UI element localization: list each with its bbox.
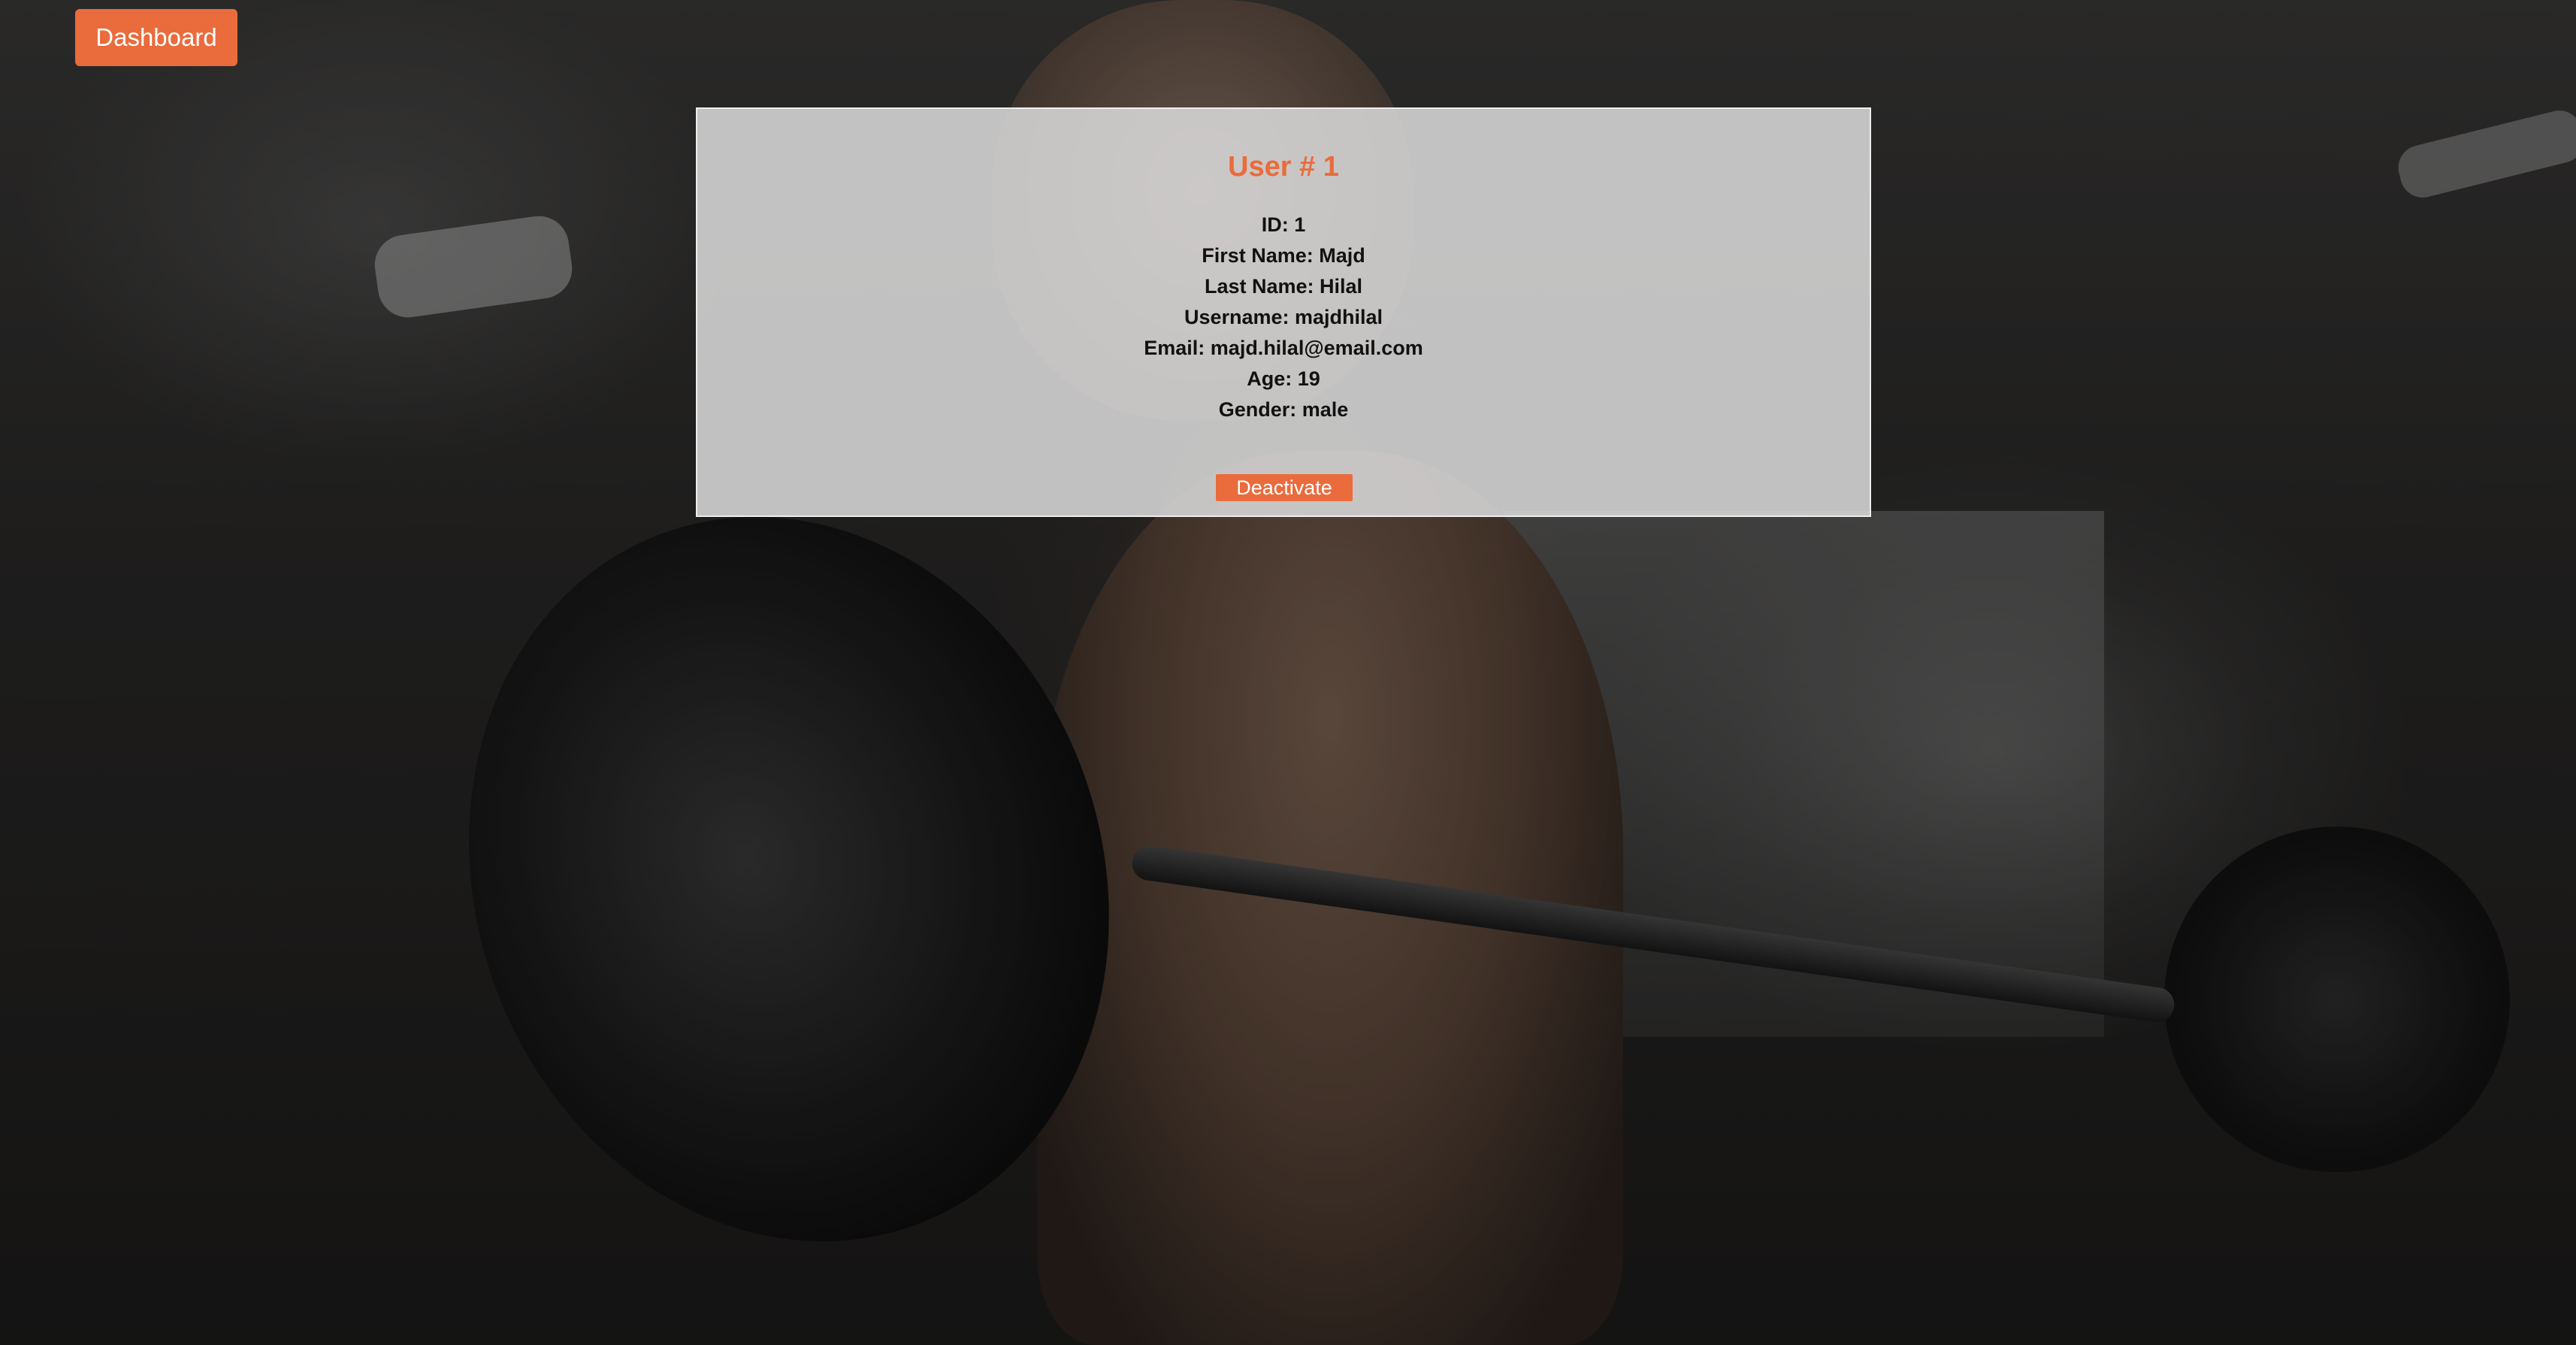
dashboard-button[interactable]: Dashboard [75,9,237,66]
user-fields: ID: 1 First Name: Majd Last Name: Hilal … [697,210,1870,425]
age-field: Age: 19 [1247,367,1320,390]
page: Dashboard User # 1 ID: 1 First Name: Maj… [0,0,2576,1345]
email-field: Email: majd.hilal@email.com [1144,337,1423,359]
username-field: Username: majdhilal [1184,306,1383,328]
user-details-card: User # 1 ID: 1 First Name: Majd Last Nam… [696,107,1871,517]
user-id-field: ID: 1 [1261,213,1306,236]
user-title: User # 1 [1228,151,1339,183]
first-name-field: First Name: Majd [1202,244,1365,267]
last-name-field: Last Name: Hilal [1204,275,1363,298]
gender-field: Gender: male [1218,398,1349,421]
deactivate-button[interactable]: Deactivate [1216,474,1353,501]
